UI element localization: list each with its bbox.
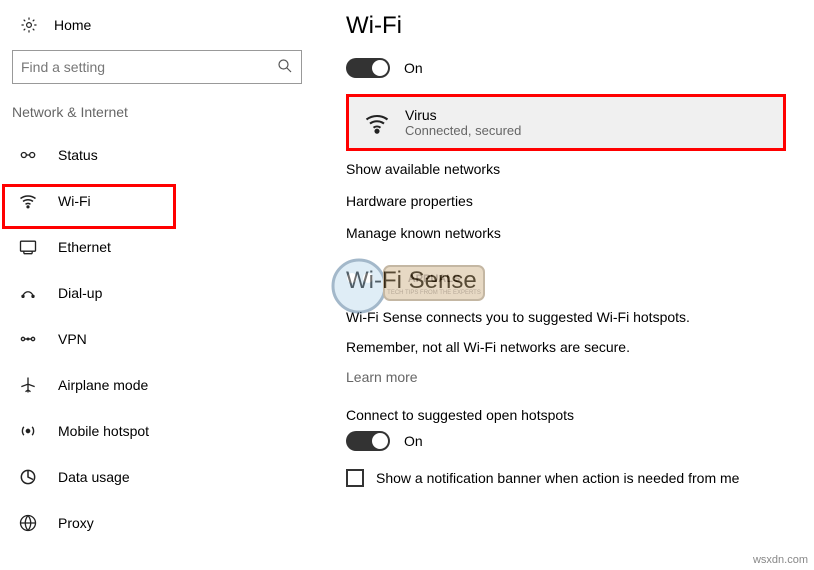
airplane-icon (18, 375, 38, 395)
sidebar-group-title: Network & Internet (12, 96, 318, 132)
hotspot-icon (18, 421, 38, 441)
page-title: Wi-Fi (346, 12, 804, 40)
status-icon (18, 145, 38, 165)
ethernet-icon (18, 237, 38, 257)
sidebar-item-vpn[interactable]: VPN (12, 316, 318, 362)
home-label: Home (54, 17, 91, 33)
banner-checkbox-row: Show a notification banner when action i… (346, 469, 804, 487)
search-icon (276, 57, 294, 75)
nav-label: Mobile hotspot (58, 423, 149, 439)
connect-open-label: Connect to suggested open hotspots (346, 407, 804, 423)
network-status: Connected, secured (405, 123, 521, 138)
sidebar-item-ethernet[interactable]: Ethernet (12, 224, 318, 270)
wifi-sense-heading: Wi-Fi Sense (346, 267, 804, 295)
wifi-toggle-label: On (404, 60, 423, 76)
sidebar-item-airplane[interactable]: Airplane mode (12, 362, 318, 408)
gear-icon (20, 16, 38, 34)
nav-label: Data usage (58, 469, 130, 485)
search-input[interactable] (12, 50, 302, 84)
sidebar-item-proxy[interactable]: Proxy (12, 500, 318, 546)
watermark-text: wsxdn.com (753, 554, 808, 566)
nav-label: Airplane mode (58, 377, 148, 393)
sidebar-item-hotspot[interactable]: Mobile hotspot (12, 408, 318, 454)
link-show-available[interactable]: Show available networks (346, 161, 804, 177)
link-hardware-properties[interactable]: Hardware properties (346, 193, 804, 209)
wifi-icon (18, 191, 38, 211)
sidebar-item-datausage[interactable]: Data usage (12, 454, 318, 500)
vpn-icon (18, 329, 38, 349)
settings-sidebar: Home Network & Internet Status (0, 0, 318, 546)
dialup-icon (18, 283, 38, 303)
sidebar-item-status[interactable]: Status (12, 132, 318, 178)
open-hotspots-toggle-row: On (346, 431, 804, 451)
sidebar-item-home[interactable]: Home (12, 10, 318, 40)
data-usage-icon (18, 467, 38, 487)
nav-label: Dial-up (58, 285, 102, 301)
sidebar-item-dialup[interactable]: Dial-up (12, 270, 318, 316)
link-learn-more[interactable]: Learn more (346, 369, 804, 385)
nav-label: Proxy (58, 515, 94, 531)
nav-label: Status (58, 147, 98, 163)
wifi-sense-warning: Remember, not all Wi-Fi networks are sec… (346, 339, 804, 355)
wifi-toggle[interactable] (346, 58, 390, 78)
banner-checkbox[interactable] (346, 469, 364, 487)
proxy-icon (18, 513, 38, 533)
wifi-sense-blurb: Wi-Fi Sense connects you to suggested Wi… (346, 309, 804, 325)
network-name: Virus (405, 107, 521, 123)
nav-label: VPN (58, 331, 87, 347)
nav-label: Wi-Fi (58, 193, 91, 209)
nav-label: Ethernet (58, 239, 111, 255)
banner-checkbox-label: Show a notification banner when action i… (376, 470, 739, 486)
wifi-signal-icon (363, 109, 391, 137)
current-network-card[interactable]: Virus Connected, secured (346, 94, 786, 151)
main-pane: Wi-Fi On Virus Connected, secured Show a… (318, 0, 814, 546)
open-hotspots-toggle-label: On (404, 433, 423, 449)
wifi-toggle-row: On (346, 58, 804, 78)
open-hotspots-toggle[interactable] (346, 431, 390, 451)
search-container (12, 50, 302, 84)
link-manage-known[interactable]: Manage known networks (346, 225, 804, 241)
sidebar-item-wifi[interactable]: Wi-Fi (12, 178, 318, 224)
